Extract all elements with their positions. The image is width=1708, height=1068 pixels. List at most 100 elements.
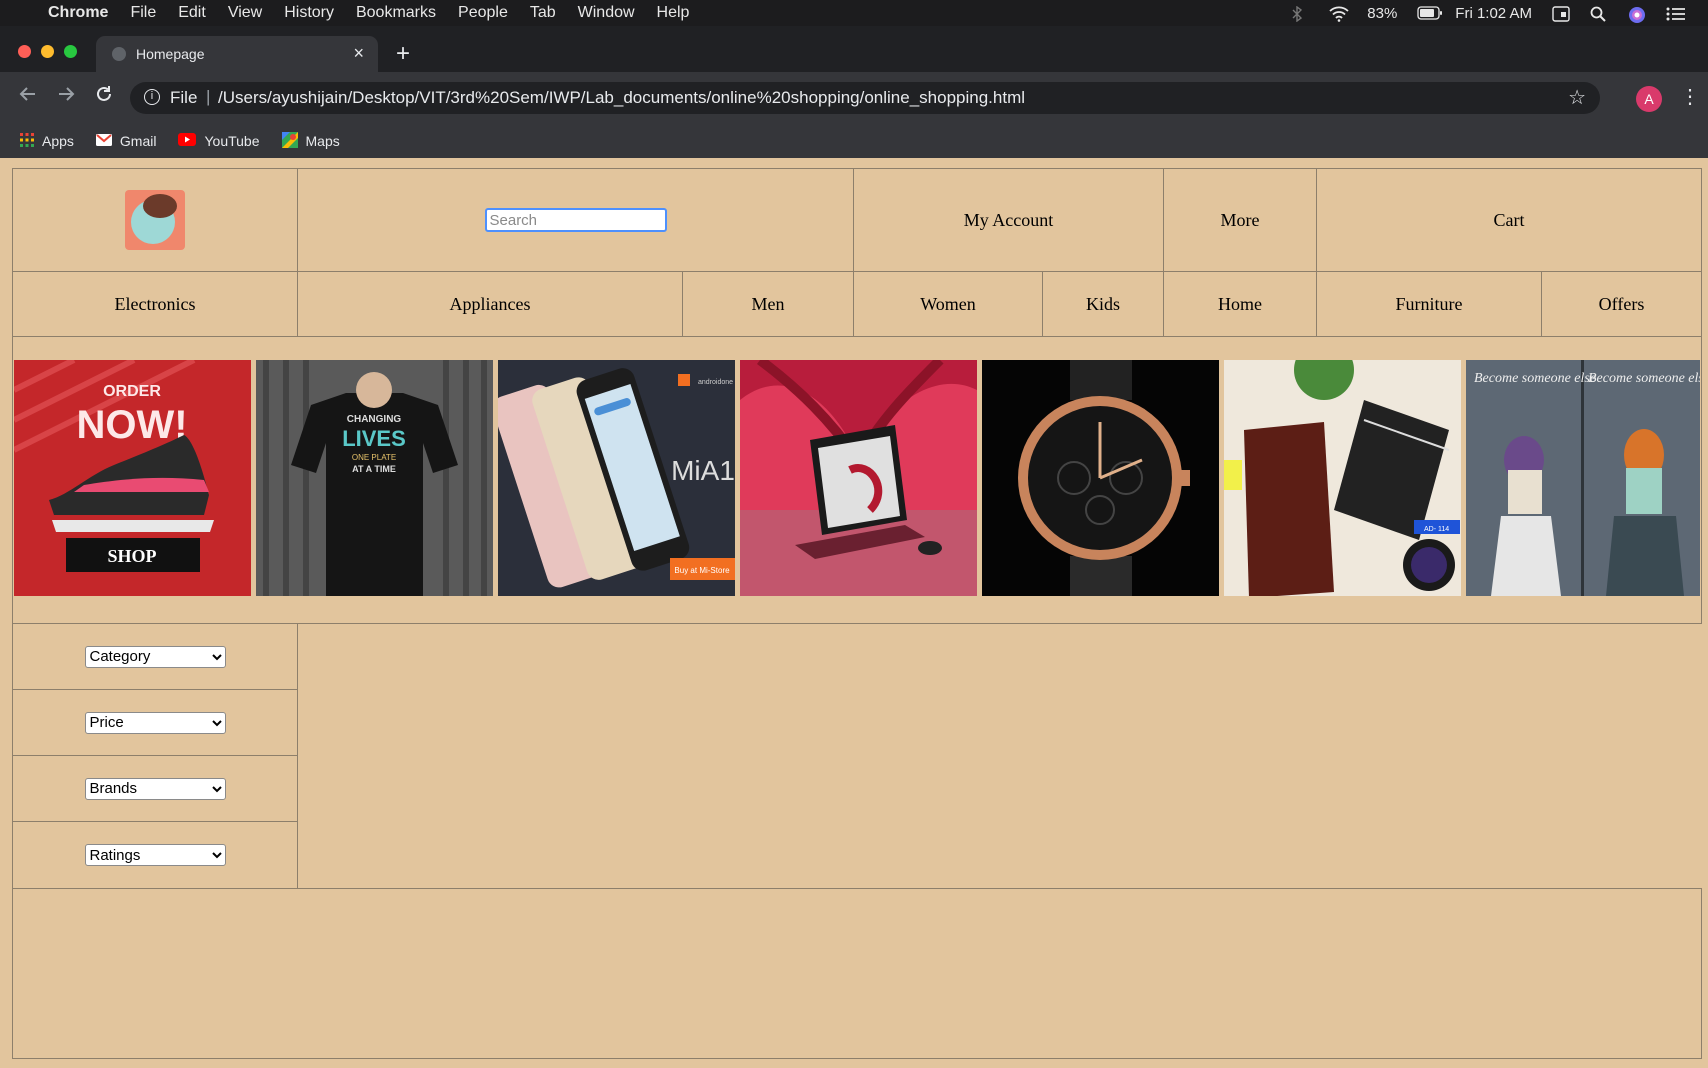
nav-label: Home: [1218, 293, 1262, 314]
battery-icon[interactable]: [1417, 6, 1443, 20]
menu-history[interactable]: History: [284, 4, 334, 22]
filter-cell-category: Category: [12, 623, 298, 690]
menu-clock[interactable]: Fri 1:02 AM: [1455, 5, 1532, 22]
banner-phone[interactable]: androidone MiA1 Buy at Mi-Store: [498, 360, 735, 596]
banner-order-text: ORDER: [103, 383, 161, 400]
window-minimize-button[interactable]: [41, 45, 54, 58]
bookmark-label: Gmail: [119, 133, 157, 149]
books-text-right: Become someone else: [1588, 371, 1700, 386]
price-select[interactable]: Price: [84, 711, 226, 734]
menu-window[interactable]: Window: [578, 4, 635, 22]
bluetooth-icon[interactable]: [1291, 5, 1309, 23]
reload-icon[interactable]: [94, 84, 114, 110]
my-account-link[interactable]: My Account: [853, 168, 1164, 272]
ratings-select[interactable]: Ratings: [84, 844, 226, 866]
bookmark-maps[interactable]: Maps: [281, 131, 340, 151]
chrome-menu-icon[interactable]: ⋮: [1680, 84, 1700, 109]
menu-tab[interactable]: Tab: [530, 4, 556, 22]
banner-shop-button: SHOP: [107, 546, 156, 566]
nav-label: Electronics: [114, 293, 196, 314]
window-close-button[interactable]: [18, 45, 31, 58]
nav-electronics[interactable]: Electronics: [12, 271, 298, 337]
banner-order-now[interactable]: ORDER NOW! SHOP: [14, 360, 251, 596]
new-tab-button[interactable]: +: [396, 40, 410, 68]
browser-tab[interactable]: Homepage ×: [96, 36, 378, 72]
nav-label: Offers: [1598, 293, 1645, 314]
nav-furniture[interactable]: Furniture: [1316, 271, 1542, 337]
filter-cell-ratings: Ratings: [12, 821, 298, 889]
bookmark-label: Apps: [42, 133, 74, 149]
notification-center-icon[interactable]: [1666, 6, 1685, 21]
site-logo[interactable]: [125, 190, 185, 250]
menu-people[interactable]: People: [458, 4, 508, 22]
filter-cell-price: Price: [12, 689, 298, 756]
window-zoom-button[interactable]: [64, 45, 77, 58]
search-input[interactable]: [484, 208, 667, 232]
tab-favicon-icon: [112, 47, 126, 61]
nav-label: Kids: [1085, 293, 1120, 314]
bookmark-youtube[interactable]: YouTube: [178, 133, 260, 149]
menu-edit[interactable]: Edit: [178, 4, 206, 22]
tshirt-text-3: ONE PLATE: [352, 453, 396, 462]
diary-tag-text: AD- 114: [1424, 526, 1449, 533]
address-bar[interactable]: i File | /Users/ayushijain/Desktop/VIT/3…: [130, 82, 1600, 114]
bookmark-star-icon[interactable]: ☆: [1568, 85, 1586, 110]
site-info-icon[interactable]: i: [144, 89, 160, 105]
bookmark-label: YouTube: [204, 133, 260, 149]
apps-grid-icon: [20, 132, 34, 150]
profile-avatar[interactable]: A: [1636, 86, 1662, 112]
wifi-icon[interactable]: [1329, 6, 1349, 22]
page-footer: [12, 888, 1702, 1059]
back-icon[interactable]: [18, 84, 38, 110]
brands-select[interactable]: Brands: [84, 777, 226, 800]
url-text[interactable]: /Users/ayushijain/Desktop/VIT/3rd%20Sem/…: [218, 88, 1025, 108]
menu-file[interactable]: File: [130, 4, 156, 22]
nav-label: Women: [920, 293, 976, 314]
nav-kids[interactable]: Kids: [1042, 271, 1164, 337]
tab-close-icon[interactable]: ×: [353, 43, 364, 64]
banner-tshirt[interactable]: CHANGING LIVES ONE PLATE AT A TIME: [256, 360, 493, 596]
banner-watch[interactable]: [982, 360, 1219, 596]
banner-laptop[interactable]: [740, 360, 977, 596]
nav-women[interactable]: Women: [853, 271, 1043, 337]
battery-percent[interactable]: 83%: [1367, 5, 1397, 22]
more-label: More: [1220, 209, 1260, 230]
more-link[interactable]: More: [1163, 168, 1317, 272]
nav-offers[interactable]: Offers: [1541, 271, 1702, 337]
nav-home[interactable]: Home: [1163, 271, 1317, 337]
gmail-icon: [95, 133, 112, 149]
cart-link[interactable]: Cart: [1316, 168, 1702, 272]
forward-icon[interactable]: [56, 84, 76, 110]
keyboard-viewer-icon[interactable]: [1552, 6, 1570, 22]
phone-brand-text: androidone: [698, 379, 733, 386]
bookmark-apps[interactable]: Apps: [20, 132, 74, 150]
banner-diary[interactable]: AD- 114: [1224, 360, 1461, 596]
url-scheme-label: File: [170, 88, 198, 107]
cart-label: Cart: [1493, 209, 1525, 230]
search-cell: [297, 168, 854, 272]
siri-icon[interactable]: [1628, 6, 1646, 23]
url-separator: |: [206, 87, 211, 106]
tshirt-text-2: LIVES: [342, 426, 406, 451]
menu-help[interactable]: Help: [657, 4, 690, 22]
spotlight-search-icon[interactable]: [1590, 6, 1608, 22]
books-text-left: Become someone else: [1474, 371, 1596, 386]
menu-app-name[interactable]: Chrome: [48, 4, 108, 22]
banner-books[interactable]: Become someone else Become someone else: [1466, 360, 1700, 596]
product-content-area: [297, 623, 1702, 889]
macos-menu-bar: Chrome File Edit View History Bookmarks …: [0, 0, 1708, 26]
nav-label: Men: [751, 293, 785, 314]
nav-label: Furniture: [1395, 293, 1463, 314]
nav-label: Appliances: [449, 293, 531, 314]
menu-bookmarks[interactable]: Bookmarks: [356, 4, 436, 22]
tshirt-text-4: AT A TIME: [352, 464, 396, 474]
nav-men[interactable]: Men: [682, 271, 854, 337]
tshirt-text-1: CHANGING: [347, 414, 402, 425]
bookmark-gmail[interactable]: Gmail: [95, 133, 157, 149]
category-select[interactable]: Category: [84, 645, 226, 668]
maps-icon: [281, 131, 298, 151]
nav-appliances[interactable]: Appliances: [297, 271, 683, 337]
bookmarks-bar: Apps Gmail YouTube Maps: [0, 124, 1708, 158]
menu-view[interactable]: View: [228, 4, 262, 22]
banner-now-text: NOW!: [76, 403, 187, 447]
